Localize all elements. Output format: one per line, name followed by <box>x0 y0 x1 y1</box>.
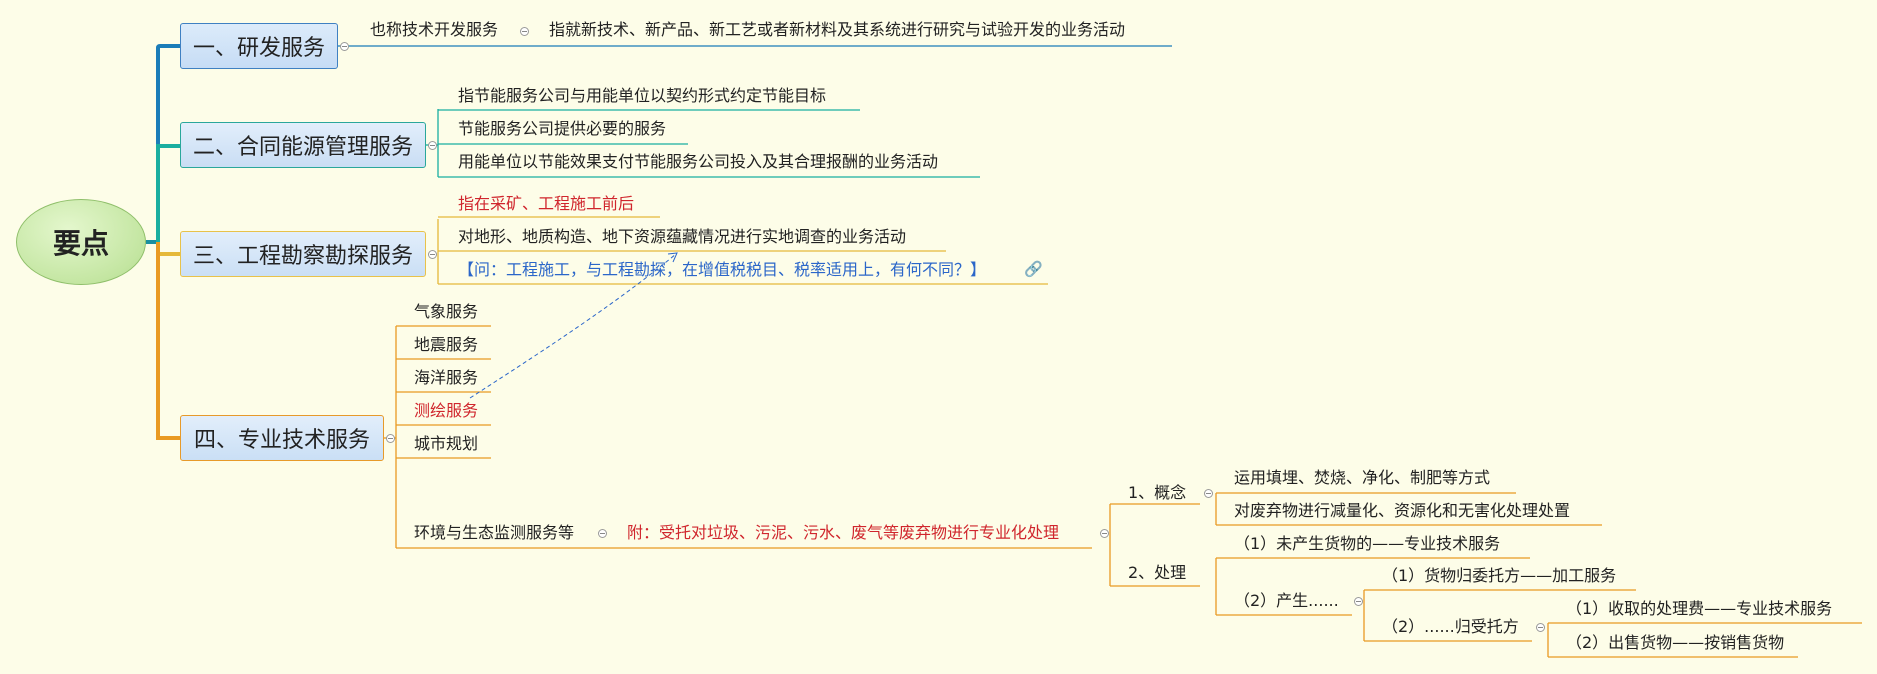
rd-alias-text: 也称技术开发服务 <box>370 20 499 39</box>
tech-item-environment: 环境与生态监测服务等 <box>414 523 575 542</box>
branch-label: 三、工程勘察勘探服务 <box>192 244 413 269</box>
agent-sale-goods: （2）出售货物——按销售货物 <box>1566 633 1785 652</box>
rd-definition-text: 指就新技术、新产品、新工艺或者新材料及其系统进行研究与试验开发的业务活动 <box>549 20 1126 39</box>
tech-item-surveying: 测绘服务 <box>414 401 479 420</box>
branch-energy-contract[interactable]: 二、合同能源管理服务 <box>180 122 426 168</box>
survey-item-2: 对地形、地质构造、地下资源蕴藏情况进行实地调查的业务活动 <box>458 227 907 246</box>
branch-engineering-survey[interactable]: 三、工程勘察勘探服务 <box>180 231 426 277</box>
tech-item-meteorology: 气象服务 <box>414 302 479 321</box>
energy-item-1: 指节能服务公司与用能单位以契约形式约定节能目标 <box>458 86 827 105</box>
appendix-waste-treatment: 附：受托对垃圾、污泥、污水、废气等废弃物进行专业化处理 <box>627 523 1060 542</box>
branch-label: 二、合同能源管理服务 <box>192 135 413 160</box>
energy-item-2: 节能服务公司提供必要的服务 <box>458 119 667 138</box>
branch-label: 四、专业技术服务 <box>193 428 370 453</box>
concept-label: 1、概念 <box>1128 483 1187 502</box>
collapse-minus-icon[interactable] <box>1100 529 1109 538</box>
branch-label: 一、研发服务 <box>192 36 325 61</box>
energy-item-3: 用能单位以节能效果支付节能服务公司投入及其合理报酬的业务活动 <box>458 152 939 171</box>
collapse-minus-icon[interactable] <box>1204 489 1213 498</box>
collapse-minus-icon[interactable] <box>340 42 349 51</box>
tech-item-urban-planning: 城市规划 <box>414 434 479 453</box>
collapse-minus-icon[interactable] <box>520 27 529 36</box>
branch-professional-tech[interactable]: 四、专业技术服务 <box>180 415 384 461</box>
concept-item-1: 运用填埋、焚烧、净化、制肥等方式 <box>1234 468 1491 487</box>
collapse-minus-icon[interactable] <box>386 434 395 443</box>
mindmap-canvas: 要点 一、研发服务 也称技术开发服务 指就新技术、新产品、新工艺或者新材料及其系… <box>0 0 1877 674</box>
collapse-minus-icon[interactable] <box>598 529 607 538</box>
produce-to-agent: （2）......归受托方 <box>1382 617 1519 636</box>
root-node[interactable]: 要点 <box>16 199 146 285</box>
root-label: 要点 <box>52 227 109 260</box>
collapse-minus-icon[interactable] <box>1354 597 1363 606</box>
collapse-minus-icon[interactable] <box>428 141 437 150</box>
survey-question-item[interactable]: 【问：工程施工，与工程勘探，在增值税税目、税率适用上，有何不同？】 <box>458 260 986 280</box>
link-chain-icon[interactable]: 🔗 <box>1024 260 1043 278</box>
tech-item-ocean: 海洋服务 <box>414 368 479 387</box>
concept-item-2: 对废弃物进行减量化、资源化和无害化处理处置 <box>1234 501 1571 520</box>
produce-to-client: （1）货物归委托方——加工服务 <box>1382 566 1617 585</box>
tech-item-earthquake: 地震服务 <box>414 335 479 354</box>
agent-processing-fee: （1）收取的处理费——专业技术服务 <box>1566 599 1833 618</box>
branch-rd-service[interactable]: 一、研发服务 <box>180 23 338 69</box>
process-no-goods: （1）未产生货物的——专业技术服务 <box>1234 534 1501 553</box>
collapse-minus-icon[interactable] <box>1536 623 1545 632</box>
process-label: 2、处理 <box>1128 563 1187 582</box>
survey-item-1: 指在采矿、工程施工前后 <box>458 194 635 213</box>
collapse-minus-icon[interactable] <box>428 250 437 259</box>
process-produce: （2）产生...... <box>1234 591 1339 610</box>
